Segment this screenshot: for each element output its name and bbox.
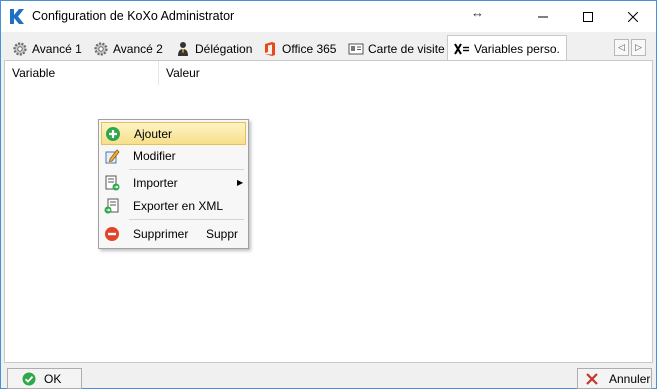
edit-icon <box>105 149 120 164</box>
koxo-logo-icon <box>10 9 24 24</box>
tab-avance-2[interactable]: Avancé 2 <box>86 38 170 59</box>
maximize-icon <box>583 11 593 22</box>
close-icon <box>628 11 638 22</box>
tab-label: Carte de visite <box>368 41 445 56</box>
tab-label: Avancé 2 <box>113 41 163 56</box>
tab-strip: Avancé 1 Avancé 2 Délégation Office 365 <box>1 32 656 61</box>
menu-item-label: Ajouter <box>134 127 173 141</box>
chevron-right-icon: ▷ <box>635 42 642 52</box>
gear-icon <box>94 41 108 56</box>
export-xml-icon <box>104 198 119 214</box>
menu-item-shortcut: Suppr <box>206 227 239 241</box>
gear-icon <box>13 41 27 56</box>
tab-label: Avancé 1 <box>32 41 82 56</box>
menu-item-label: Exporter en XML <box>133 199 224 213</box>
tab-avance-1[interactable]: Avancé 1 <box>5 38 89 59</box>
menu-item-label: Supprimer <box>133 227 189 241</box>
menu-item-modifier[interactable]: Modifier <box>101 145 246 168</box>
tab-label: Délégation <box>195 41 253 56</box>
cancel-label: Annuler <box>609 371 651 386</box>
maximize-button[interactable] <box>565 1 611 32</box>
resize-cursor-icon: ↔ <box>471 5 484 20</box>
business-card-icon <box>348 43 364 54</box>
ok-button[interactable]: OK <box>7 368 82 389</box>
close-button[interactable] <box>610 1 656 32</box>
tab-scroll-right-button[interactable]: ▷ <box>631 39 646 56</box>
office365-icon <box>265 41 275 56</box>
cancel-button[interactable]: Annuler <box>577 368 652 389</box>
window-title: Configuration de KoXo Administrator <box>32 9 235 23</box>
title-bar[interactable]: Configuration de KoXo Administrator ↔ <box>1 1 656 32</box>
import-icon <box>105 175 120 191</box>
delegate-user-icon <box>178 41 188 56</box>
menu-item-exporter-xml[interactable]: Exporter en XML <box>101 195 246 218</box>
minimize-button[interactable] <box>520 1 566 32</box>
chevron-left-icon: ◁ <box>618 42 625 52</box>
cancel-x-icon <box>586 372 598 385</box>
tab-scroll-left-button[interactable]: ◁ <box>614 39 629 56</box>
context-menu: Ajouter Modifier Importer ▶ Exporter en … <box>98 119 249 249</box>
menu-separator <box>129 219 244 220</box>
tab-label: Office 365 <box>282 41 337 56</box>
submenu-arrow-icon: ▶ <box>237 178 244 187</box>
delete-icon <box>105 227 119 241</box>
menu-item-ajouter[interactable]: Ajouter <box>101 122 246 145</box>
menu-item-label: Importer <box>133 176 178 190</box>
ok-label: OK <box>44 371 62 386</box>
add-icon <box>106 127 120 141</box>
check-icon <box>22 372 36 385</box>
tab-label: Variables perso. <box>474 41 560 56</box>
config-window: Configuration de KoXo Administrator ↔ Av… <box>0 0 657 389</box>
column-header-valeur[interactable]: Valeur <box>159 61 559 85</box>
menu-item-label: Modifier <box>133 149 176 163</box>
tab-delegation[interactable]: Délégation <box>168 38 259 59</box>
menu-item-supprimer[interactable]: Supprimer Suppr <box>101 223 246 246</box>
tab-variables-perso[interactable]: Variables perso. <box>447 35 567 61</box>
menu-separator <box>129 169 244 170</box>
tab-carte-de-visite[interactable]: Carte de visite <box>341 38 452 59</box>
menu-item-importer[interactable]: Importer ▶ <box>101 172 246 195</box>
tab-office-365[interactable]: Office 365 <box>255 38 343 59</box>
variables-icon <box>454 42 469 55</box>
column-header-variable[interactable]: Variable <box>5 61 159 85</box>
minimize-icon <box>538 16 548 17</box>
